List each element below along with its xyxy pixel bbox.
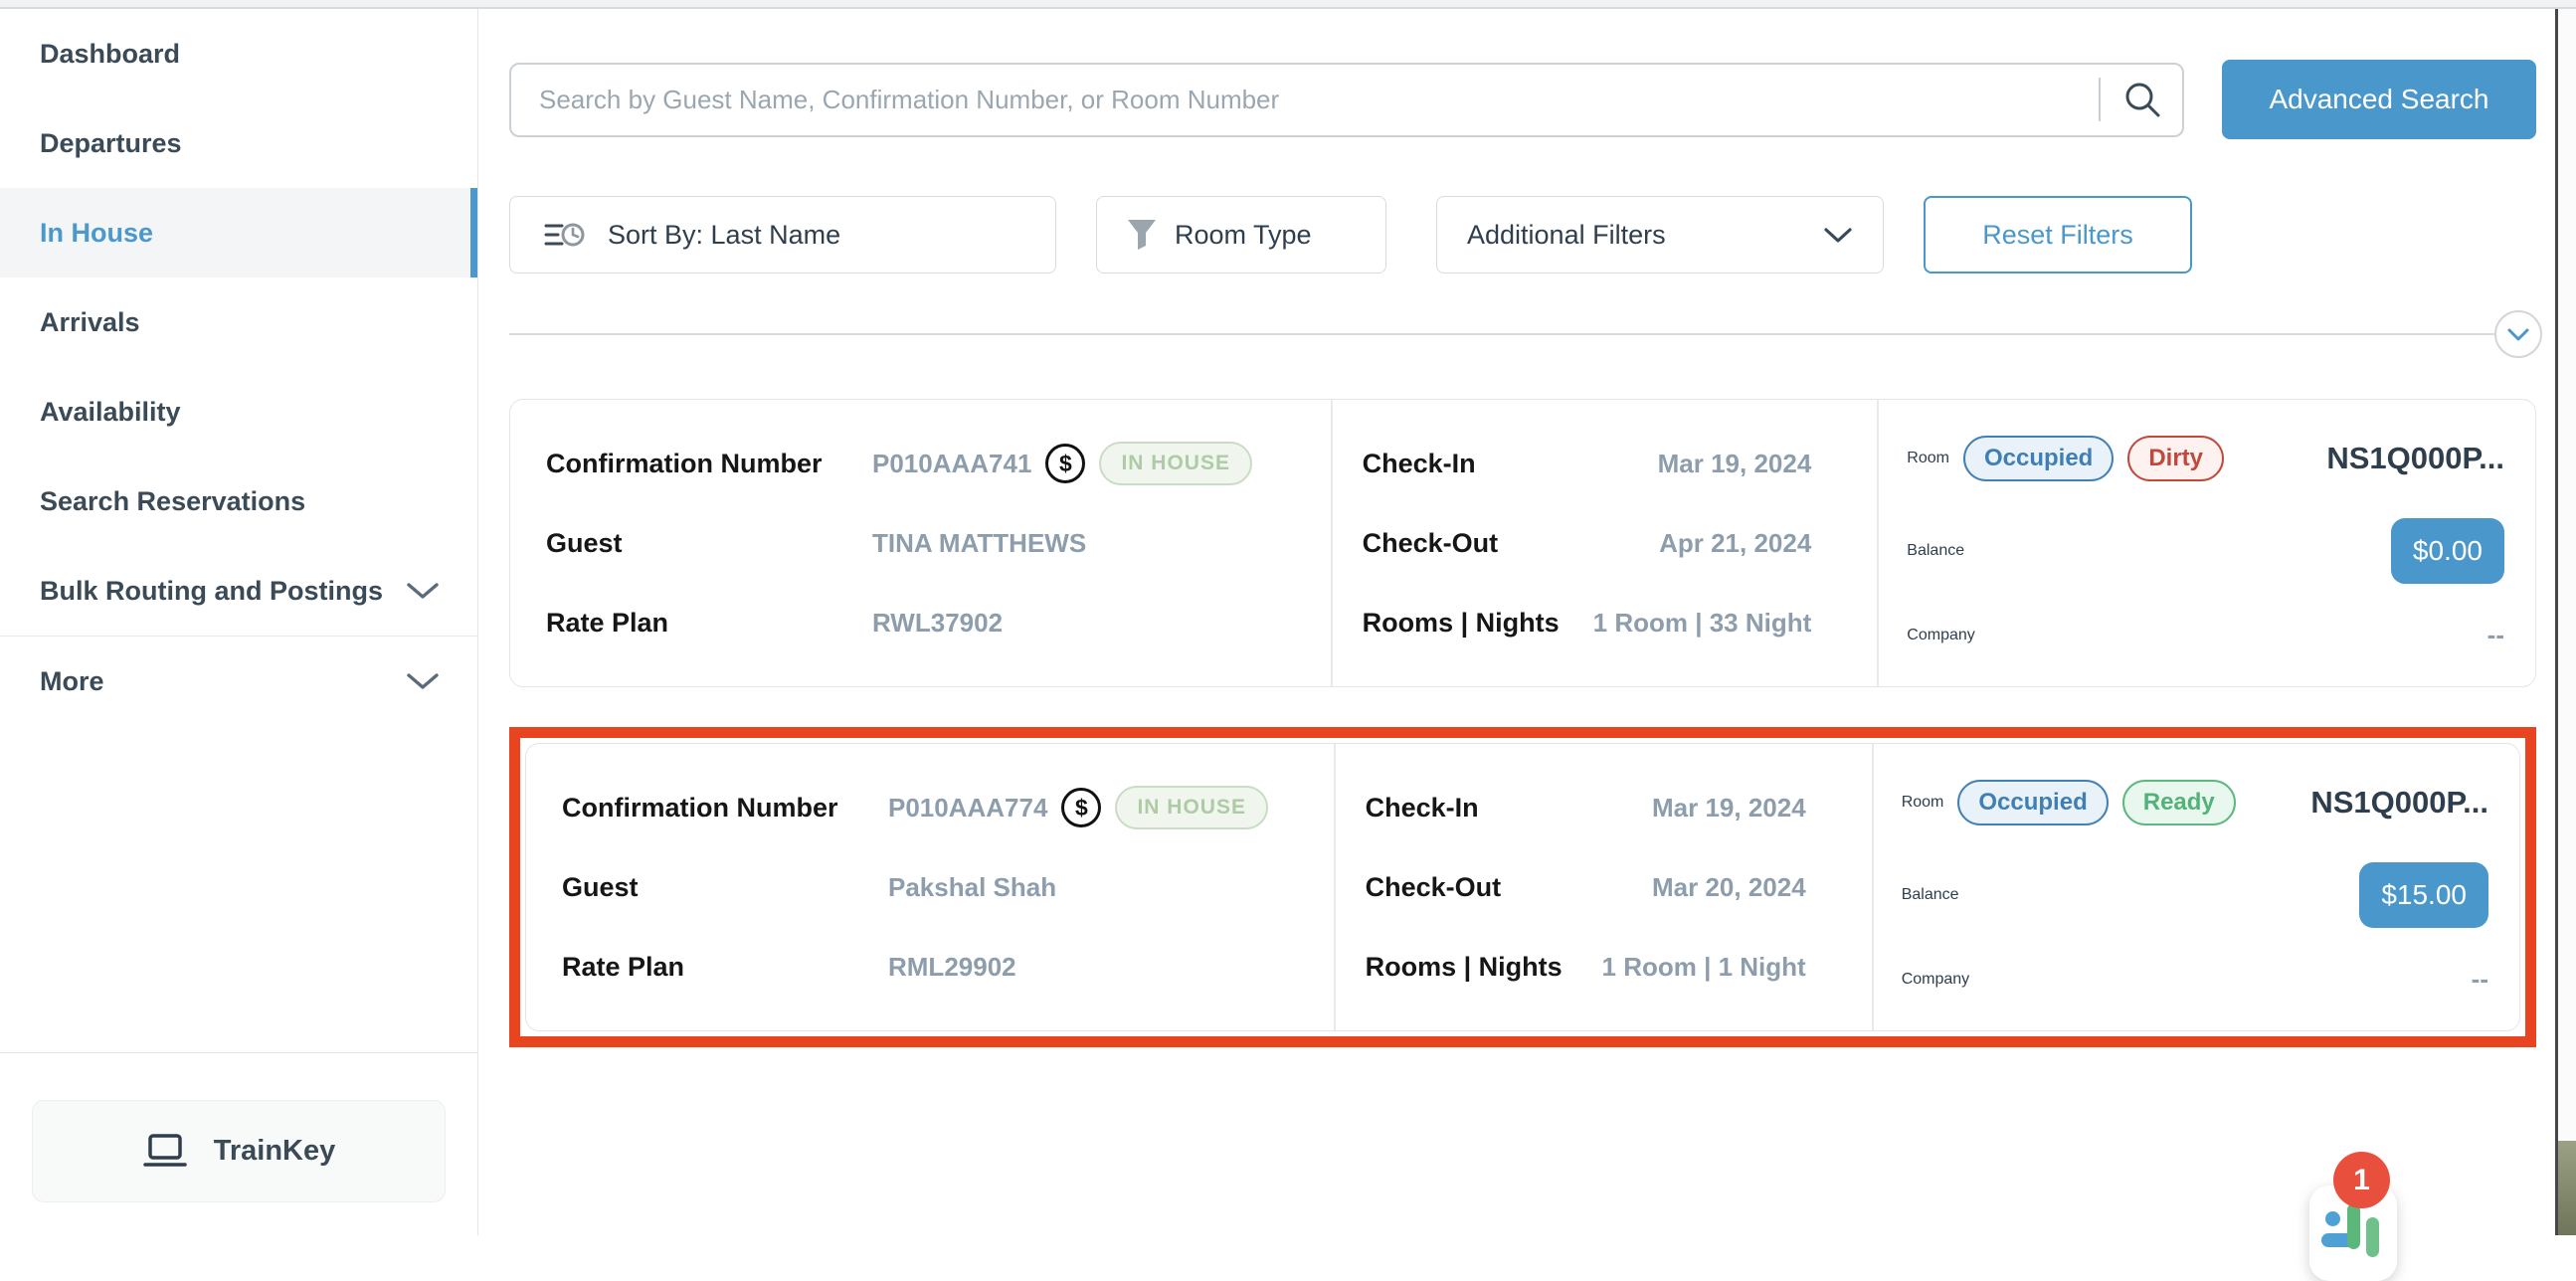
additional-filters-button[interactable]: Additional Filters: [1436, 196, 1884, 274]
sidebar-item-departures[interactable]: Departures: [0, 98, 477, 188]
rate-plan-label: Rate Plan: [546, 608, 872, 639]
housekeeping-badge: Dirty: [2127, 436, 2224, 481]
sidebar-item-bulk-routing[interactable]: Bulk Routing and Postings: [0, 546, 477, 636]
trainkey-label: TrainKey: [214, 1135, 336, 1168]
confirmation-value: P010AAA741: [872, 449, 1031, 479]
room-type-button[interactable]: Room Type: [1096, 196, 1386, 274]
status-badge: IN HOUSE: [1099, 442, 1252, 485]
funnel-icon: [1127, 219, 1157, 251]
room-type-label: Room Type: [1175, 220, 1312, 251]
guest-label: Guest: [562, 872, 888, 903]
rooms-nights-label: Rooms | Nights: [1363, 608, 1560, 639]
company-label: Company: [1902, 971, 1969, 989]
search-input[interactable]: [537, 84, 2079, 116]
check-in-label: Check-In: [1363, 449, 1476, 479]
reservation-card[interactable]: Confirmation Number P010AAA774 $ IN HOUS…: [525, 743, 2520, 1031]
company-value: --: [2487, 620, 2504, 650]
housekeeping-badge: Ready: [2122, 780, 2236, 825]
chat-icon: [2325, 1211, 2340, 1226]
occupancy-badge: Occupied: [1963, 436, 2114, 481]
sidebar-item-label: Arrivals: [40, 307, 440, 338]
room-number: NS1Q000P...: [2310, 785, 2488, 821]
reservation-card[interactable]: Confirmation Number P010AAA741 $ IN HOUS…: [509, 399, 2536, 687]
notification-badge: 1: [2333, 1152, 2390, 1208]
sidebar-item-availability[interactable]: Availability: [0, 367, 477, 457]
sidebar-item-search-reservations[interactable]: Search Reservations: [0, 457, 477, 546]
check-out-value: Mar 20, 2024: [1652, 872, 1806, 903]
highlight-box: Confirmation Number P010AAA774 $ IN HOUS…: [509, 727, 2536, 1047]
sidebar-item-more[interactable]: More: [0, 637, 477, 726]
rate-plan-value: RML29902: [888, 952, 1016, 983]
sidebar-item-label: In House: [40, 218, 433, 249]
check-in-value: Mar 19, 2024: [1658, 449, 1812, 479]
search-divider: [2099, 78, 2101, 121]
check-in-value: Mar 19, 2024: [1652, 793, 1806, 824]
chevron-down-icon: [1823, 227, 1853, 244]
main-content: Advanced Search Sort By: Last Name Room …: [478, 9, 2555, 1235]
check-out-label: Check-Out: [1363, 528, 1499, 559]
sidebar-item-in-house[interactable]: In House: [0, 188, 477, 277]
room-label: Room: [1902, 794, 1944, 812]
sidebar-item-arrivals[interactable]: Arrivals: [0, 277, 477, 367]
divider-line: [509, 333, 2496, 335]
sort-by-label: Sort By: Last Name: [608, 220, 840, 251]
reset-filters-button[interactable]: Reset Filters: [1924, 196, 2192, 274]
laptop-icon: [142, 1132, 188, 1172]
room-number: NS1Q000P...: [2326, 441, 2504, 476]
sidebar-item-label: Bulk Routing and Postings: [40, 576, 406, 607]
sort-icon: [544, 218, 586, 252]
sidebar-bottom-section: TrainKey: [0, 1052, 477, 1235]
confirmation-label: Confirmation Number: [562, 793, 888, 824]
trainkey-button[interactable]: TrainKey: [32, 1100, 446, 1202]
sidebar-item-label: Departures: [40, 128, 440, 159]
sidebar-item-label: Availability: [40, 397, 440, 428]
rate-plan-label: Rate Plan: [562, 952, 888, 983]
confirmation-label: Confirmation Number: [546, 449, 872, 479]
status-badge: IN HOUSE: [1115, 786, 1268, 829]
rooms-nights-value: 1 Room | 33 Night: [1593, 608, 1812, 639]
chevron-down-icon: [406, 671, 440, 691]
guest-value: Pakshal Shah: [888, 872, 1056, 903]
chevron-down-icon: [406, 581, 440, 601]
check-out-label: Check-Out: [1366, 872, 1502, 903]
sort-by-button[interactable]: Sort By: Last Name: [509, 196, 1056, 274]
collapse-toggle[interactable]: [2494, 310, 2542, 358]
balance-label: Balance: [1907, 542, 1964, 560]
check-out-value: Apr 21, 2024: [1659, 528, 1811, 559]
dollar-icon[interactable]: $: [1045, 444, 1085, 483]
chevron-down-icon: [2507, 328, 2529, 341]
sidebar-item-label: Search Reservations: [40, 486, 440, 517]
search-box: [509, 63, 2184, 137]
room-label: Room: [1907, 450, 1949, 467]
sidebar-item-label: Dashboard: [40, 39, 440, 70]
rooms-nights-value: 1 Room | 1 Night: [1602, 952, 1806, 983]
sidebar-item-label: More: [40, 666, 406, 697]
chat-icon: [2347, 1203, 2360, 1249]
chat-icon: [2366, 1217, 2379, 1257]
balance-chip[interactable]: $15.00: [2359, 862, 2488, 928]
dollar-icon[interactable]: $: [1061, 788, 1101, 827]
confirmation-value: P010AAA774: [888, 793, 1047, 824]
occupancy-badge: Occupied: [1957, 780, 2108, 825]
check-in-label: Check-In: [1366, 793, 1479, 824]
rate-plan-value: RWL37902: [872, 608, 1003, 639]
balance-label: Balance: [1902, 886, 1959, 904]
guest-label: Guest: [546, 528, 872, 559]
window-right-edge: [2555, 0, 2576, 1235]
additional-filters-label: Additional Filters: [1467, 220, 1666, 251]
balance-chip[interactable]: $0.00: [2391, 518, 2504, 584]
rooms-nights-label: Rooms | Nights: [1366, 952, 1563, 983]
company-value: --: [2472, 964, 2488, 995]
sidebar: Dashboard Departures In House Arrivals A…: [0, 9, 478, 1235]
company-label: Company: [1907, 627, 1974, 644]
background-peek: [2558, 1141, 2576, 1235]
advanced-search-button[interactable]: Advanced Search: [2222, 60, 2536, 139]
guest-value: TINA MATTHEWS: [872, 528, 1086, 559]
window-top-strip: [0, 0, 2576, 9]
sidebar-item-dashboard[interactable]: Dashboard: [0, 9, 477, 98]
list-header-divider: [509, 310, 2536, 358]
search-icon[interactable]: [2120, 78, 2164, 121]
